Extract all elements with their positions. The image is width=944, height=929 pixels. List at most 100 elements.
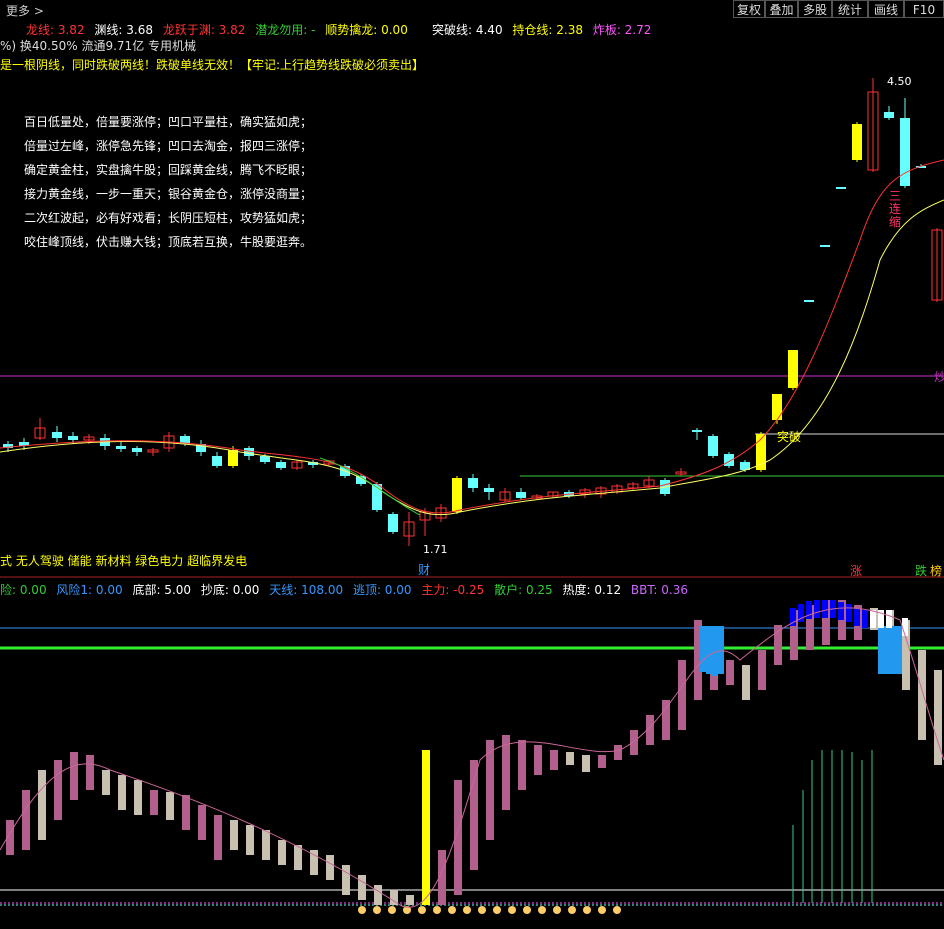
candle-body (836, 187, 846, 189)
top-marker (846, 604, 852, 622)
blue-spike (700, 626, 706, 672)
three-limit-label-2: 连 (889, 201, 901, 216)
oscillator-bar (758, 650, 766, 690)
candle-body (692, 430, 702, 432)
oscillator-bar (518, 740, 526, 790)
candle-body (276, 462, 286, 468)
blue-spike (890, 626, 896, 674)
oscillator-bar (166, 792, 174, 820)
oscillator-bar (534, 745, 542, 775)
oscillator-bar (678, 660, 686, 730)
candle-body (484, 488, 494, 492)
high-price-label: 4.50 (887, 75, 912, 88)
finance-marker[interactable]: 财 (418, 563, 430, 577)
top-marker (886, 610, 892, 628)
oscillator-bar (86, 755, 94, 790)
hand-marker (358, 906, 366, 914)
blue-spike (706, 626, 712, 674)
hand-marker (433, 906, 441, 914)
hand-marker (493, 906, 501, 914)
three-limit-label-3: 缩 (889, 214, 901, 229)
candle-body (820, 245, 830, 247)
candle-body (772, 394, 782, 420)
oscillator-bar (326, 855, 334, 880)
oscillator-bar (582, 755, 590, 772)
candle-body (516, 492, 526, 498)
low-price-label: 1.71 (423, 543, 448, 556)
oscillator-bar (470, 760, 478, 870)
oscillator-bar (70, 752, 78, 800)
oscillator-bar (102, 770, 110, 795)
rise-marker[interactable]: 涨 (850, 563, 862, 578)
heat-value: 热度: 0.12 (562, 583, 622, 597)
hand-marker (463, 906, 471, 914)
candle-body (212, 456, 222, 466)
sky-line-value: 天线: 108.00 (269, 583, 344, 597)
yellow-ma-line (0, 199, 944, 516)
candle-body (804, 300, 814, 302)
top-marker (814, 600, 820, 618)
green-ma-segment (319, 457, 421, 516)
oscillator-bar (918, 650, 926, 740)
right-edge-label: 炒 (934, 370, 944, 384)
hand-marker (373, 906, 381, 914)
blue-spike (896, 626, 902, 674)
oscillator-bar (358, 875, 366, 900)
oscillator-bar (486, 740, 494, 840)
hand-marker (478, 906, 486, 914)
oscillator-indicator-row: 险: 0.00 风险1: 0.00 底部: 5.00 抄底: 0.00 天线: … (0, 581, 694, 598)
oscillator-bar (198, 805, 206, 840)
candle-body (708, 436, 718, 456)
top-marker (870, 610, 876, 628)
candlestick-chart[interactable]: 4.50 1.71 突破 三 连 缩 财 涨 跌 榜 炒 (0, 0, 944, 929)
hand-marker (598, 906, 606, 914)
red-ma-line (0, 159, 944, 514)
oscillator-bar (278, 840, 286, 865)
candle-body (452, 478, 462, 512)
oscillator-bar (614, 745, 622, 760)
oscillator-bar (54, 760, 62, 820)
risk1-value: 风险1: 0.00 (56, 583, 123, 597)
oscillator-bar (294, 845, 302, 870)
hand-marker (523, 906, 531, 914)
hand-marker (568, 906, 576, 914)
three-limit-label-1: 三 (889, 189, 901, 203)
rank-marker[interactable]: 榜 (930, 563, 942, 578)
hand-marker (388, 906, 396, 914)
candle-body (388, 514, 398, 532)
fall-marker[interactable]: 跌 (915, 563, 927, 578)
candle-body (900, 118, 910, 186)
oscillator-bar (230, 820, 238, 850)
oscillator-bar (726, 660, 734, 685)
oscillator-bar (262, 830, 270, 860)
oscillator-bar (598, 755, 606, 768)
blue-spike (718, 626, 724, 674)
oscillator-bar (246, 825, 254, 855)
candle-body (228, 450, 238, 466)
main-force-value: 主力: -0.25 (421, 583, 485, 597)
bottom-value: 底部: 5.00 (132, 583, 192, 597)
oscillator-bar (422, 750, 430, 905)
oscillator-bar (150, 790, 158, 815)
moving-averages (0, 159, 944, 516)
candle-body (852, 124, 862, 160)
oscillator-bar (22, 790, 30, 850)
top-marker (902, 618, 908, 636)
oscillator-bar (342, 865, 350, 895)
blue-spike (884, 626, 890, 674)
candle-body (468, 478, 478, 488)
bbt-value: BBT: 0.36 (630, 583, 688, 597)
top-marker (822, 600, 828, 618)
risk-value: 险: 0.00 (0, 583, 47, 597)
oscillator-bar (38, 770, 46, 840)
oscillator-bar (406, 895, 414, 905)
oscillator-bar (742, 665, 750, 700)
top-marker (854, 608, 860, 626)
candle-body (52, 432, 62, 438)
hand-marker (508, 906, 516, 914)
breakout-label: 突破 (777, 429, 801, 444)
oscillator-bar (118, 775, 126, 810)
oscillator-bar (214, 815, 222, 860)
oscillator-bar (662, 700, 670, 740)
retail-value: 散户: 0.25 (494, 583, 553, 597)
